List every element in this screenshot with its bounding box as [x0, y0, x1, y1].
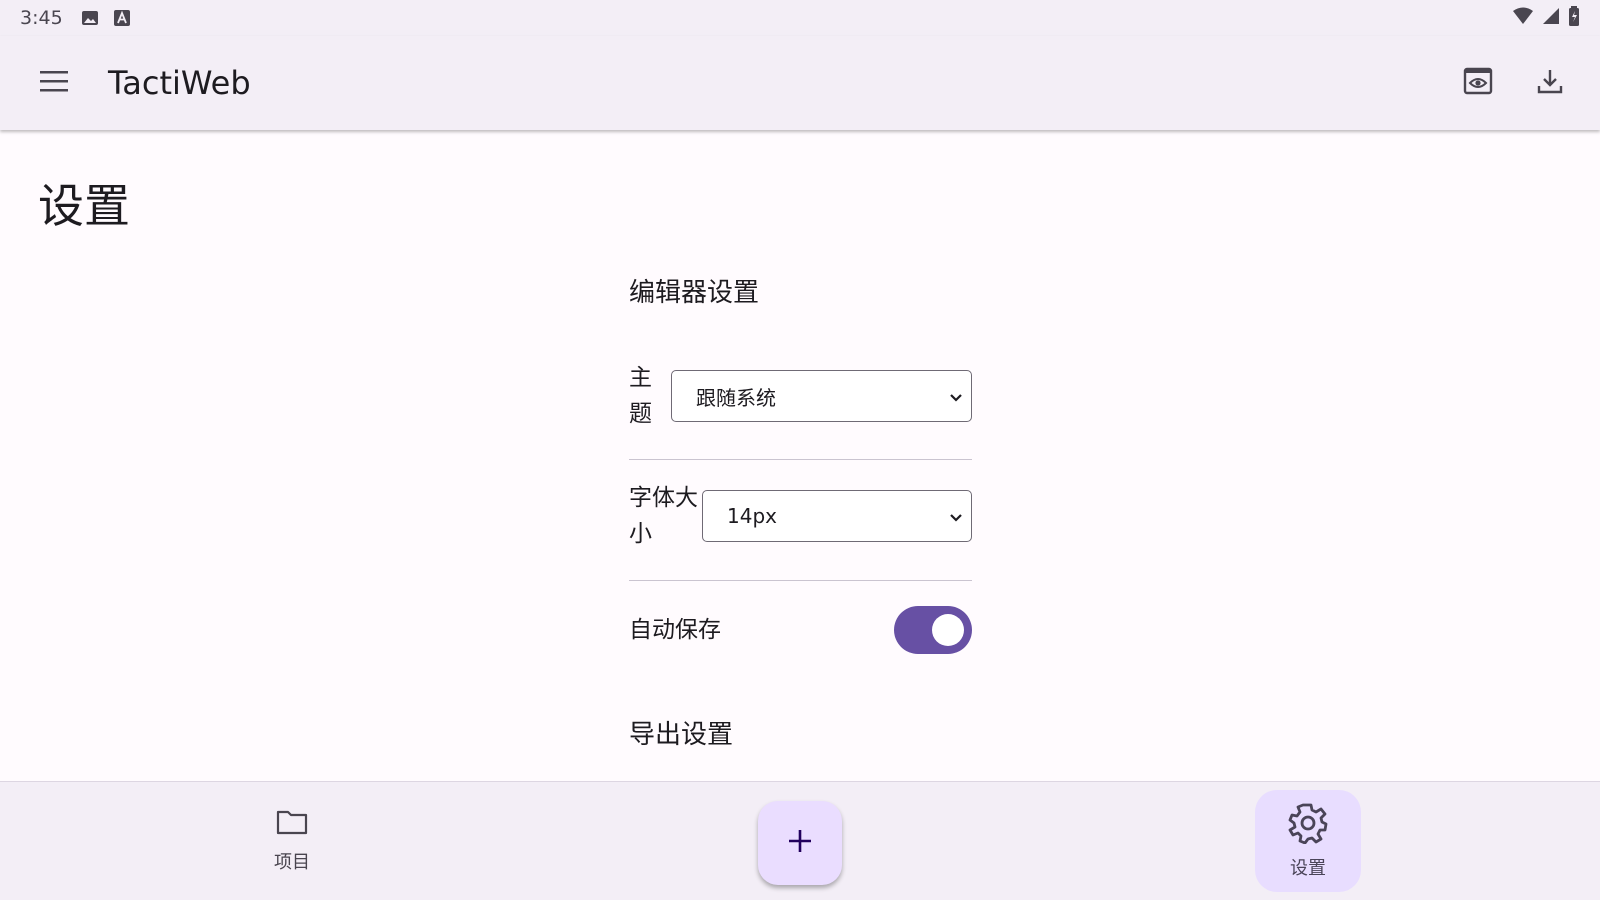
- font-size-select-value: 14px: [727, 504, 777, 528]
- autosave-label: 自动保存: [629, 617, 721, 643]
- download-button[interactable]: [1522, 55, 1578, 111]
- theme-label-line2: 题: [629, 401, 652, 427]
- bottom-navigation: 项目 设置: [0, 781, 1600, 900]
- divider: [629, 580, 972, 581]
- app-title: TactiWeb: [108, 64, 251, 102]
- battery-icon: [1568, 5, 1580, 31]
- font-size-label-line2: 小: [629, 521, 652, 547]
- status-time: 3:45: [20, 7, 63, 29]
- nav-projects-label: 项目: [274, 852, 310, 873]
- chevron-down-icon: [947, 507, 965, 525]
- text-a-icon: [113, 9, 131, 27]
- autosave-setting-row: 自动保存: [629, 606, 972, 654]
- page-title: 设置: [38, 179, 130, 233]
- settings-page: 设置 编辑器设置 主 题 跟随系统 字体大 小 14px 自动保存 导出设置: [0, 130, 1600, 781]
- menu-button[interactable]: [26, 55, 82, 111]
- add-button[interactable]: [758, 801, 842, 885]
- image-icon: [81, 9, 99, 27]
- download-icon: [1536, 67, 1564, 99]
- cell-signal-icon: [1542, 7, 1560, 30]
- preview-icon: [1463, 67, 1493, 99]
- preview-button[interactable]: [1450, 55, 1506, 111]
- wifi-icon: [1512, 7, 1534, 30]
- font-size-label: 字体大 小: [629, 480, 702, 552]
- theme-label: 主 题: [629, 360, 671, 432]
- folder-icon: [276, 808, 308, 840]
- editor-section-title: 编辑器设置: [629, 278, 760, 308]
- divider: [629, 459, 972, 460]
- theme-setting-row: 主 题 跟随系统: [629, 360, 972, 432]
- theme-select[interactable]: 跟随系统: [671, 370, 972, 422]
- autosave-toggle[interactable]: [894, 606, 972, 654]
- gear-icon: [1287, 802, 1329, 848]
- export-section-title: 导出设置: [629, 720, 734, 750]
- status-bar: 3:45: [0, 0, 1600, 36]
- theme-label-line1: 主: [629, 365, 652, 391]
- toggle-knob: [932, 614, 964, 646]
- chevron-down-icon: [947, 387, 965, 405]
- font-size-select[interactable]: 14px: [702, 490, 972, 542]
- nav-item-settings[interactable]: 设置: [1255, 790, 1361, 892]
- plus-icon: [787, 828, 813, 858]
- app-bar: TactiWeb: [0, 36, 1600, 130]
- nav-item-projects[interactable]: 项目: [240, 808, 344, 874]
- menu-icon: [39, 70, 69, 96]
- font-size-setting-row: 字体大 小 14px: [629, 480, 972, 552]
- font-size-label-line1: 字体大: [629, 485, 698, 511]
- theme-select-value: 跟随系统: [696, 385, 776, 410]
- nav-settings-label: 设置: [1290, 858, 1326, 879]
